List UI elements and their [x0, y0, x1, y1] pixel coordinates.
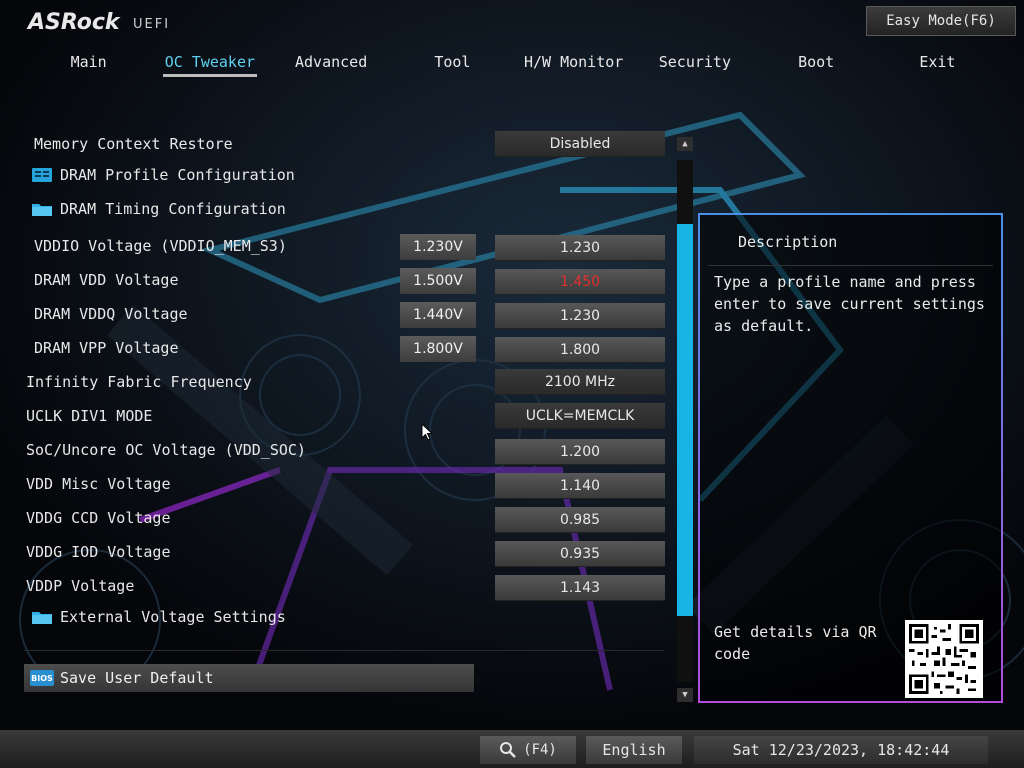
save-user-default-row[interactable]: BIOS Save User Default	[24, 664, 474, 692]
description-title: Description	[738, 233, 838, 251]
dram-timing-configuration-link[interactable]: DRAM Timing Configuration	[60, 200, 286, 218]
vdd-misc-voltage-label[interactable]: VDD Misc Voltage	[26, 475, 171, 493]
qr-code-icon	[905, 620, 983, 698]
infinity-fabric-frequency-label[interactable]: Infinity Fabric Frequency	[26, 373, 252, 391]
description-divider	[708, 265, 993, 266]
profile-book-icon	[32, 168, 52, 182]
soc-voltage-value[interactable]: 1.200	[495, 439, 665, 465]
settings-list: Memory Context Restore Disabled DRAM Pro…	[0, 0, 700, 720]
tab-boot[interactable]: Boot	[756, 52, 877, 80]
vdd-misc-voltage-value[interactable]: 1.140	[495, 473, 665, 499]
bios-icon: BIOS	[30, 670, 54, 686]
vddp-voltage-value[interactable]: 1.143	[495, 575, 665, 601]
dram-vpp-current-voltage: 1.800V	[400, 336, 476, 362]
dram-vdd-voltage-label[interactable]: DRAM VDD Voltage	[34, 271, 179, 289]
dram-vddq-current-voltage: 1.440V	[400, 302, 476, 328]
soc-voltage-label[interactable]: SoC/Uncore OC Voltage (VDD_SOC)	[26, 441, 306, 459]
scroll-down-arrow-icon[interactable]: ▼	[677, 688, 693, 702]
dram-profile-configuration-link[interactable]: DRAM Profile Configuration	[60, 166, 295, 184]
folder-icon	[32, 204, 52, 216]
vddg-iod-voltage-value[interactable]: 0.935	[495, 541, 665, 567]
vddio-voltage-value[interactable]: 1.230	[495, 235, 665, 261]
vddio-current-voltage: 1.230V	[400, 234, 476, 260]
description-panel: Description Type a profile name and pres…	[698, 213, 1003, 703]
datetime-display: Sat 12/23/2023, 18:42:44	[694, 736, 988, 764]
save-user-default-label: Save User Default	[60, 669, 214, 687]
scrollbar-thumb[interactable]	[677, 224, 693, 616]
scroll-up-arrow-icon[interactable]: ▲	[677, 137, 693, 151]
infinity-fabric-frequency-value[interactable]: 2100 MHz	[495, 369, 665, 395]
vddio-voltage-label[interactable]: VDDIO Voltage (VDDIO_MEM_S3)	[34, 237, 287, 255]
memory-context-restore-label[interactable]: Memory Context Restore	[34, 135, 233, 153]
dram-vpp-voltage-value[interactable]: 1.800	[495, 337, 665, 363]
external-voltage-settings-link[interactable]: External Voltage Settings	[60, 608, 286, 626]
description-text: Type a profile name and press enter to s…	[714, 273, 985, 335]
search-shortcut-label: (F4)	[523, 742, 557, 758]
qr-details-text: Get details via QR code	[714, 623, 877, 663]
vddp-voltage-label[interactable]: VDDP Voltage	[26, 577, 134, 595]
mouse-cursor-icon	[421, 423, 433, 441]
vddg-ccd-voltage-value[interactable]: 0.985	[495, 507, 665, 533]
vddg-iod-voltage-label[interactable]: VDDG IOD Voltage	[26, 543, 171, 561]
tab-exit[interactable]: Exit	[877, 52, 998, 80]
dram-vddq-voltage-value[interactable]: 1.230	[495, 303, 665, 329]
vddg-ccd-voltage-label[interactable]: VDDG CCD Voltage	[26, 509, 171, 527]
uclk-div1-mode-label[interactable]: UCLK DIV1 MODE	[26, 407, 152, 425]
language-button[interactable]: English	[586, 736, 682, 764]
easy-mode-button[interactable]: Easy Mode(F6)	[866, 6, 1016, 36]
dram-vdd-voltage-value[interactable]: 1.450	[495, 269, 665, 295]
dram-vdd-current-voltage: 1.500V	[400, 268, 476, 294]
search-button[interactable]: (F4)	[480, 736, 576, 764]
divider	[24, 650, 664, 651]
dram-vpp-voltage-label[interactable]: DRAM VPP Voltage	[34, 339, 179, 357]
dram-vddq-voltage-label[interactable]: DRAM VDDQ Voltage	[34, 305, 188, 323]
uclk-div1-mode-value[interactable]: UCLK=MEMCLK	[495, 403, 665, 429]
memory-context-restore-value[interactable]: Disabled	[495, 131, 665, 157]
search-icon	[500, 742, 517, 758]
folder-icon	[32, 612, 52, 624]
